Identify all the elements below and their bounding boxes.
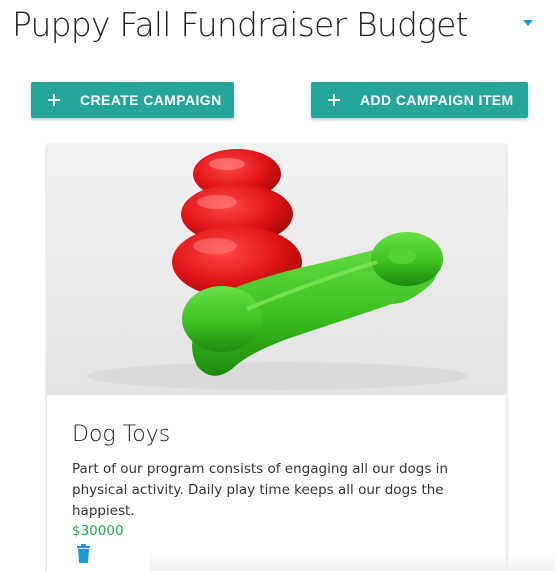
add-campaign-item-label: ADD CAMPAIGN ITEM: [360, 92, 514, 108]
campaign-item-card: Dog Toys Part of our program consists of…: [47, 144, 506, 571]
campaign-item-description: Part of our program consists of engaging…: [72, 461, 448, 519]
create-campaign-label: CREATE CAMPAIGN: [80, 92, 222, 108]
create-campaign-button[interactable]: CREATE CAMPAIGN: [31, 82, 234, 118]
trash-icon[interactable]: [76, 544, 91, 563]
plus-icon: [328, 94, 340, 106]
campaign-item-amount: $30000: [72, 523, 124, 539]
plus-icon: [48, 94, 60, 106]
campaign-item-title: Dog Toys: [72, 422, 171, 447]
title-row: Puppy Fall Fundraiser Budget: [12, 0, 469, 48]
add-campaign-item-button[interactable]: ADD CAMPAIGN ITEM: [311, 82, 528, 118]
page-title: Puppy Fall Fundraiser Budget: [12, 4, 469, 44]
dog-toys-image: [47, 144, 506, 395]
caret-down-icon[interactable]: [522, 18, 534, 28]
